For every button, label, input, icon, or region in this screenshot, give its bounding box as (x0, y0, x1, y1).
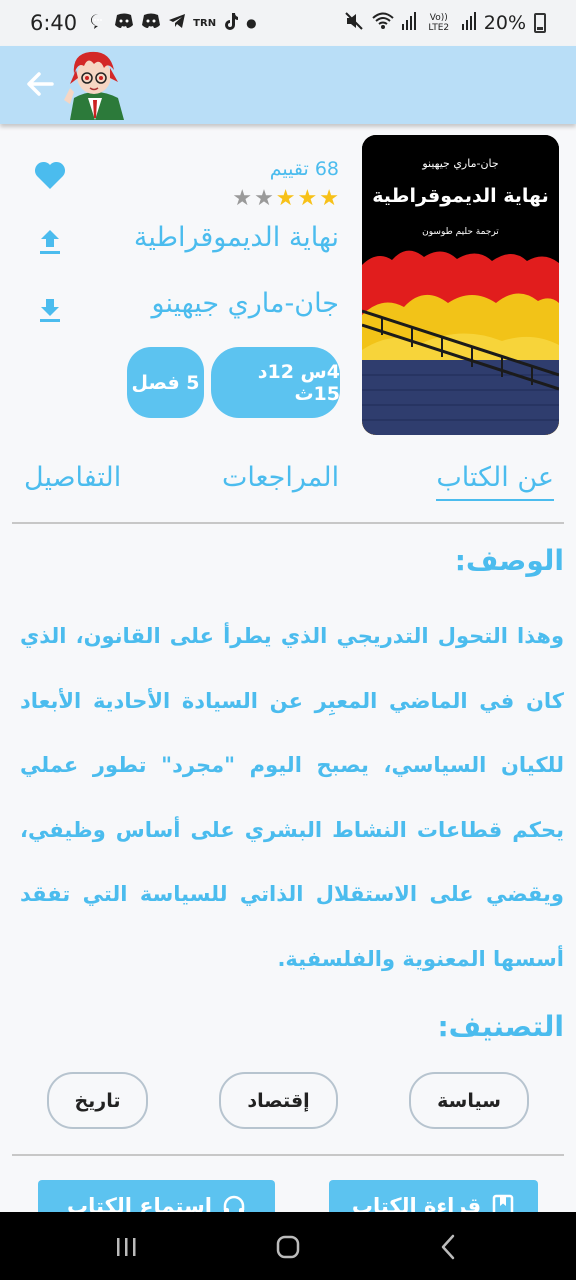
star-icon: ★ (319, 186, 339, 211)
status-time: 6:40 (30, 11, 78, 35)
dot-icon: ● (246, 16, 257, 30)
home-icon[interactable] (276, 1235, 300, 1259)
notification-icons: TRN ● (89, 12, 257, 35)
book-title: نهاية الديموقراطية (133, 222, 339, 253)
book-details-screen: 6:40 TRN ● Vo)) LTE2 20% جان-ماري جيهينو… (0, 0, 576, 1280)
signal-icon (401, 11, 416, 35)
tab-details[interactable]: التفاصيل (24, 462, 121, 493)
system-nav-bar (0, 1212, 576, 1280)
star-icon: ★ (275, 186, 296, 211)
chapters-chip: 5 فصل (127, 347, 204, 418)
star-icon: ★ (254, 186, 274, 211)
rating-stars: ★ ★ ★ ★ ★ (232, 186, 339, 211)
discord-icon (141, 13, 161, 34)
app-bar (0, 46, 576, 124)
avatar[interactable] (60, 48, 130, 120)
duration-chip: 4س 12د 15ث (211, 347, 340, 418)
tab-reviews[interactable]: المراجعات (222, 462, 339, 493)
book-author[interactable]: جان-ماري جيهينو (152, 288, 339, 319)
category-chip-politics[interactable]: سياسة (409, 1072, 529, 1129)
book-cover-art (362, 135, 559, 435)
cover-title: نهاية الديموقراطية (372, 185, 549, 207)
cover-author: جان-ماري جيهينو (422, 157, 499, 170)
trn-icon: TRN (193, 17, 217, 29)
recent-apps-icon[interactable] (115, 1236, 137, 1258)
system-icons: Vo)) LTE2 20% (344, 11, 546, 36)
wifi-icon (372, 12, 394, 35)
cover-translator: ترجمة حليم طوسون (422, 227, 499, 237)
arrow-back-icon[interactable] (24, 68, 56, 100)
category-heading: التصنيف: (437, 1010, 564, 1043)
category-chip-economy[interactable]: إقتصاد (219, 1072, 338, 1129)
mute-icon (344, 11, 364, 36)
category-chip-history[interactable]: تاريخ (47, 1072, 148, 1129)
battery-icon (534, 13, 546, 33)
star-icon: ★ (297, 186, 318, 211)
back-icon[interactable] (440, 1234, 456, 1260)
book-cover[interactable]: جان-ماري جيهينو نهاية الديموقراطية ترجمة… (362, 135, 559, 435)
message-icon (89, 12, 107, 35)
network-type-label: Vo)) LTE2 (428, 13, 450, 33)
bottom-divider (12, 1154, 564, 1156)
rating-count: 68 تقييم (269, 158, 339, 180)
description-heading: الوصف: (454, 544, 564, 577)
signal-icon (461, 11, 476, 35)
download-icon[interactable] (38, 296, 62, 324)
description-body: وهذا التحول التدريجي الذي يطرأ على القان… (20, 624, 564, 971)
tabs-divider (12, 522, 564, 524)
star-icon: ★ (232, 186, 253, 211)
battery-percent: 20% (483, 12, 526, 34)
upload-icon[interactable] (38, 228, 62, 256)
discord-icon (114, 13, 134, 34)
tiktok-icon (223, 12, 239, 35)
status-bar: 6:40 TRN ● Vo)) LTE2 20% (0, 0, 576, 46)
telegram-icon (168, 13, 186, 34)
tab-about[interactable]: عن الكتاب (436, 462, 554, 501)
heart-icon[interactable] (34, 160, 66, 190)
